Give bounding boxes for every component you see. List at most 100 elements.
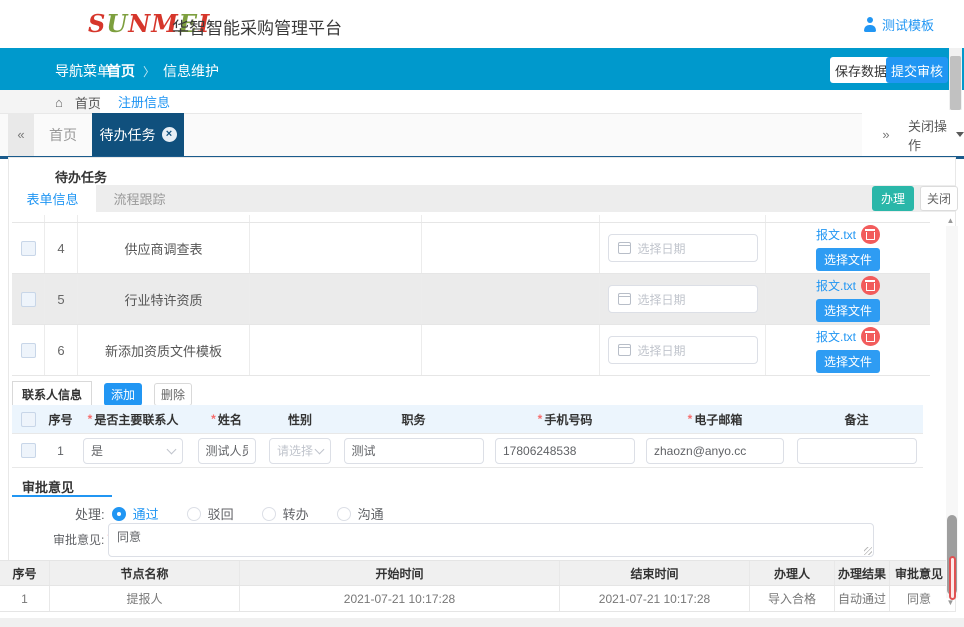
- table-row: 4 供应商调查表 选择日期 报文.txt 选择文件: [12, 223, 930, 274]
- breadcrumb-home[interactable]: 首页: [107, 61, 135, 81]
- sidebar-item-home[interactable]: ⌂ 首页: [55, 93, 101, 112]
- row-number: 6: [45, 325, 78, 375]
- nav-menu-button[interactable]: 导航菜单: [55, 61, 111, 81]
- date-picker-input[interactable]: 选择日期: [608, 285, 758, 313]
- remark-input[interactable]: [797, 438, 917, 464]
- tab-form-info[interactable]: 表单信息: [9, 185, 96, 212]
- tab-home[interactable]: 首页: [34, 113, 92, 156]
- user-name: 测试模板: [882, 15, 934, 34]
- app-header: SUNMEI 华智智能采购管理平台 测试模板: [0, 0, 964, 48]
- history-cell: 1: [0, 586, 50, 611]
- save-data-button[interactable]: 保存数据: [830, 57, 892, 83]
- qualification-table: 4 供应商调查表 选择日期 报文.txt 选择文件 5 行业特许资质 选择日期: [12, 215, 930, 376]
- double-chevron-right-icon: »: [882, 127, 889, 142]
- inner-scrollbar-thumb-highlight[interactable]: [949, 556, 956, 600]
- qualification-name: 新添加资质文件模板: [78, 325, 250, 375]
- delete-file-button[interactable]: [861, 327, 880, 346]
- handle-button[interactable]: 办理: [872, 186, 914, 211]
- delete-file-button[interactable]: [861, 225, 880, 244]
- file-link[interactable]: 报文.txt: [816, 328, 856, 345]
- history-row: 1 提报人 2021-07-21 10:17:28 2021-07-21 10:…: [0, 586, 948, 612]
- tab-todo-label: 待办任务: [100, 125, 156, 145]
- approval-comment-textarea[interactable]: 同意: [108, 523, 874, 557]
- table-row: 6 新添加资质文件模板 选择日期 报文.txt 选择文件: [12, 325, 930, 376]
- row-checkbox[interactable]: [21, 241, 36, 256]
- col-header-primary: * 是否主要联系人: [76, 405, 190, 433]
- col-header: 结束时间: [560, 561, 750, 585]
- select-all-checkbox[interactable]: [21, 412, 36, 427]
- choose-file-button[interactable]: 选择文件: [816, 248, 880, 271]
- row-number: 5: [45, 274, 78, 324]
- phone-input[interactable]: [495, 438, 635, 464]
- col-header-num: 序号: [45, 405, 76, 433]
- trash-icon: [866, 334, 875, 342]
- table-row: 5 行业特许资质 选择日期 报文.txt 选择文件: [12, 274, 930, 325]
- required-marker: *: [88, 412, 93, 426]
- radio-pass[interactable]: [112, 507, 126, 521]
- delete-contact-button[interactable]: 删除: [154, 383, 192, 406]
- date-picker-input[interactable]: 选择日期: [608, 234, 758, 262]
- date-placeholder: 选择日期: [638, 240, 686, 257]
- history-cell: 自动通过: [835, 586, 890, 611]
- home-icon: ⌂: [55, 95, 63, 110]
- row-checkbox[interactable]: [21, 443, 36, 458]
- tab-process-track[interactable]: 流程跟踪: [96, 185, 183, 212]
- tab-todo-tasks[interactable]: 待办任务 ×: [92, 113, 184, 156]
- app-title: 华智智能采购管理平台: [172, 14, 342, 39]
- date-placeholder: 选择日期: [638, 342, 686, 359]
- contact-num: 1: [45, 444, 76, 458]
- close-operations-dropdown[interactable]: 关闭操作: [908, 113, 964, 156]
- history-cell: 提报人: [50, 586, 240, 611]
- radio-transfer[interactable]: [262, 507, 276, 521]
- calendar-icon: [618, 293, 631, 305]
- file-link[interactable]: 报文.txt: [816, 277, 856, 294]
- position-input[interactable]: [344, 438, 484, 464]
- scroll-tabs-left-button[interactable]: «: [8, 113, 34, 156]
- trash-icon: [866, 232, 875, 240]
- scrollbar-up-arrow[interactable]: ▲: [944, 216, 957, 225]
- panel-title: 待办任务: [55, 167, 107, 186]
- required-marker: *: [688, 412, 693, 426]
- scrollbar-down-arrow[interactable]: ▼: [944, 598, 957, 607]
- choose-file-button[interactable]: 选择文件: [816, 299, 880, 322]
- close-button[interactable]: 关闭: [920, 186, 958, 211]
- primary-contact-select[interactable]: 是: [83, 438, 183, 464]
- scroll-tabs-right-button[interactable]: »: [873, 113, 899, 156]
- approval-comment-label: 审批意见: *: [53, 531, 114, 548]
- date-picker-input[interactable]: 选择日期: [608, 336, 758, 364]
- radio-pass-label[interactable]: 通过: [133, 504, 159, 523]
- delete-file-button[interactable]: [861, 276, 880, 295]
- col-header-name: * 姓名: [190, 405, 263, 433]
- table-row-partial: [12, 215, 930, 223]
- radio-reject-label[interactable]: 驳回: [208, 504, 234, 523]
- choose-file-button[interactable]: 选择文件: [816, 350, 880, 373]
- add-contact-button[interactable]: 添加: [104, 383, 142, 406]
- gender-select[interactable]: 请选择: [269, 438, 331, 464]
- col-header: 审批意见: [890, 561, 948, 585]
- contacts-section-label: 联系人信息: [12, 381, 92, 408]
- textarea-resize-handle[interactable]: [864, 547, 872, 555]
- qualification-name: 行业特许资质: [78, 274, 250, 324]
- radio-communicate[interactable]: [337, 507, 351, 521]
- radio-reject[interactable]: [187, 507, 201, 521]
- register-info-link[interactable]: 注册信息: [118, 92, 170, 111]
- file-link[interactable]: 报文.txt: [816, 226, 856, 243]
- user-icon: [863, 17, 877, 32]
- row-checkbox[interactable]: [21, 343, 36, 358]
- tab-close-icon[interactable]: ×: [162, 127, 177, 142]
- radio-communicate-label[interactable]: 沟通: [358, 504, 384, 523]
- bottom-bar: [0, 618, 964, 627]
- user-menu[interactable]: 测试模板: [863, 15, 934, 34]
- col-header-gender: 性别: [263, 405, 337, 433]
- col-header: 办理人: [750, 561, 835, 585]
- double-chevron-left-icon: «: [17, 127, 24, 142]
- email-input[interactable]: [646, 438, 784, 464]
- submit-review-button[interactable]: 提交审核: [886, 57, 948, 83]
- page-scrollbar-thumb[interactable]: [950, 56, 961, 110]
- calendar-icon: [618, 242, 631, 254]
- row-checkbox[interactable]: [21, 292, 36, 307]
- logo-letter: N: [128, 9, 151, 38]
- radio-transfer-label[interactable]: 转办: [283, 504, 309, 523]
- col-header-email: * 电子邮箱: [640, 405, 790, 433]
- contact-name-input[interactable]: [198, 438, 256, 464]
